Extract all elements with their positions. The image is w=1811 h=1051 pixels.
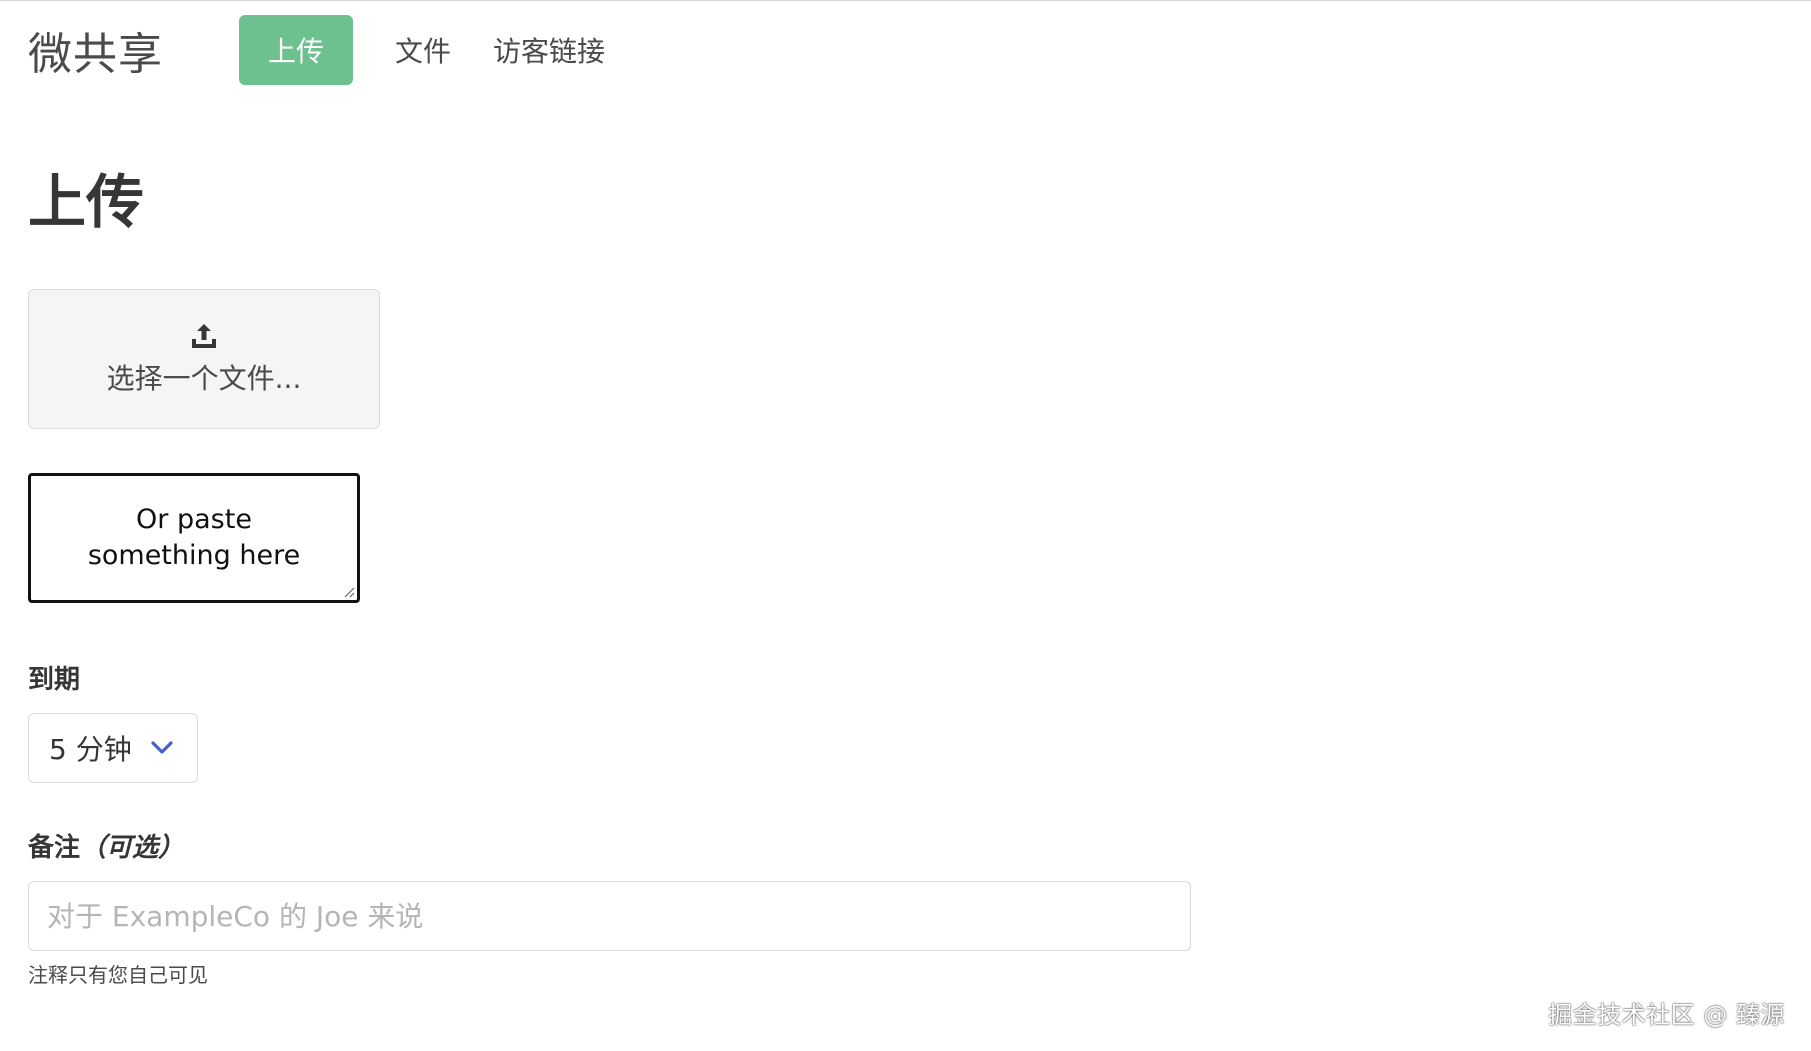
watermark: 掘金技术社区 @ 臻源 — [1548, 1001, 1785, 1029]
file-chooser-button[interactable]: 选择一个文件... — [28, 289, 380, 429]
nav-upload-button[interactable]: 上传 — [239, 15, 353, 85]
note-help-text: 注释只有您自己可见 — [28, 963, 208, 987]
paste-placeholder: Or paste something here — [87, 504, 301, 571]
navbar: 微共享 上传 文件 访客链接 — [28, 15, 647, 85]
nav-files-link[interactable]: 文件 — [395, 30, 451, 70]
upload-icon — [192, 324, 216, 348]
note-input[interactable] — [28, 881, 1191, 951]
note-optional-text: （可选） — [80, 833, 185, 863]
note-label: 备注（可选） — [28, 827, 184, 864]
brand-logo[interactable]: 微共享 — [28, 18, 163, 82]
resize-grip-icon[interactable] — [343, 586, 355, 598]
chevron-down-icon — [151, 741, 173, 754]
page: 微共享 上传 文件 访客链接 上传 选择一个文件... Or paste som… — [0, 0, 1811, 1051]
file-chooser-label: 选择一个文件... — [106, 362, 302, 395]
expiry-label: 到期 — [28, 665, 81, 695]
nav-guest-links-link[interactable]: 访客链接 — [493, 30, 605, 70]
expiry-selected-value: 5 分钟 — [49, 733, 132, 766]
note-label-text: 备注 — [28, 833, 81, 863]
expiry-select[interactable]: 5 分钟 — [28, 713, 198, 783]
paste-textarea[interactable]: Or paste something here — [28, 473, 360, 603]
page-title: 上传 — [28, 168, 145, 236]
